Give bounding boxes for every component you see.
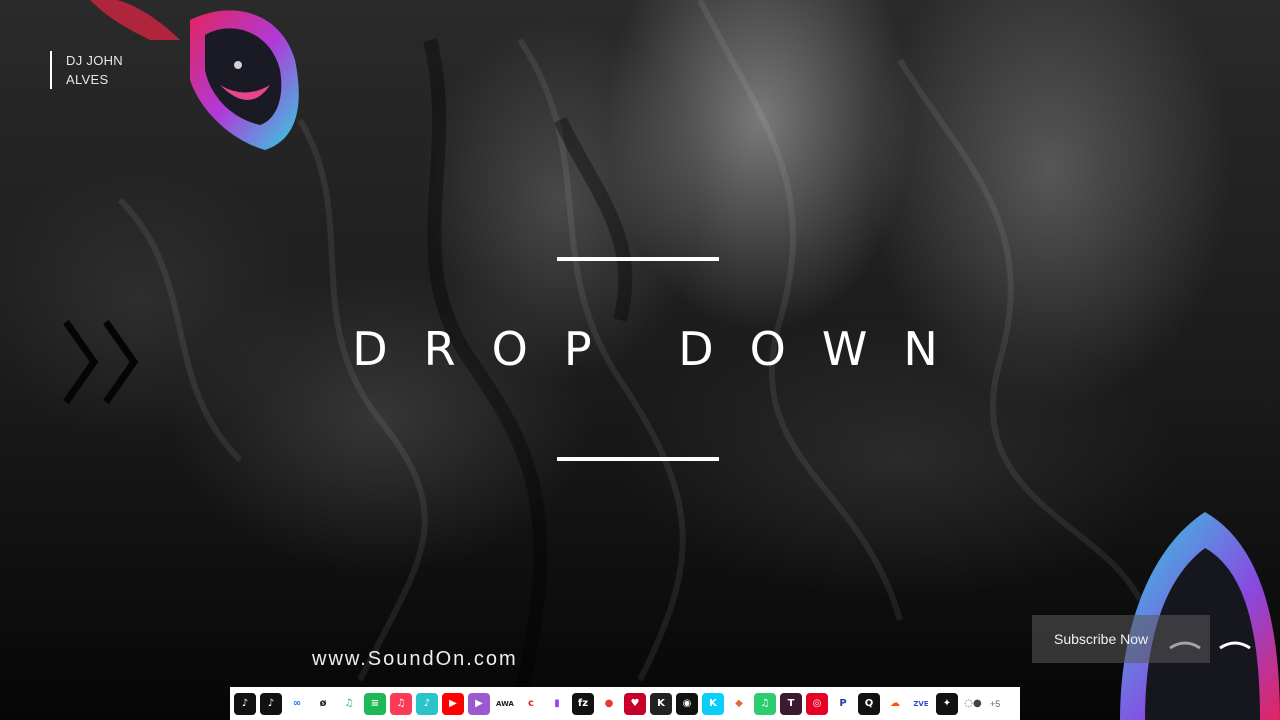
- kkbox-blue-icon[interactable]: K: [702, 692, 724, 715]
- tidal-like-icon[interactable]: ZVE: [910, 692, 932, 715]
- meta-icon[interactable]: ∞: [286, 692, 308, 715]
- tidal-icon[interactable]: ✦: [936, 692, 958, 715]
- other-icon[interactable]: ◌●: [962, 692, 984, 715]
- anghami-icon[interactable]: ◆: [728, 692, 750, 715]
- awa-icon[interactable]: AWA: [494, 692, 516, 715]
- music-store-icon[interactable]: T: [780, 692, 802, 715]
- hooded-mask-graphic-bottom: [1120, 512, 1280, 720]
- streaming-platforms-bar: ♪ ♪ ∞ ø ♫ ≡ ♫ ♪ ▶ ▶ AWA c ▮ fz ● ♥ K ◉ K ◆ ♫ T ◎ P Q ☁ ZVE ✦ ◌● +5: [230, 687, 1020, 720]
- iheartradio-icon[interactable]: ♥: [624, 692, 646, 715]
- music-note-icon[interactable]: ♫: [338, 692, 360, 715]
- more-platforms-count[interactable]: +5: [990, 699, 1000, 709]
- pandora-icon[interactable]: P: [832, 692, 854, 715]
- track-title: DROP DOWN: [352, 322, 974, 376]
- title-divider-top: [557, 257, 719, 261]
- claro-musica-icon[interactable]: c: [520, 692, 542, 715]
- music-app-icon[interactable]: ♫: [754, 692, 776, 715]
- soundcloud-icon[interactable]: ☁: [884, 692, 906, 715]
- youtube-icon[interactable]: ▶: [442, 692, 464, 715]
- website-link[interactable]: www.SoundOn.com: [312, 648, 518, 671]
- netease-icon[interactable]: ◎: [806, 692, 828, 715]
- genre-icon[interactable]: ●: [598, 692, 620, 715]
- boomplay-icon[interactable]: ◉: [676, 692, 698, 715]
- subscribe-button[interactable]: Subscribe Now: [1032, 615, 1210, 663]
- double-chevron-right-icon: [63, 319, 139, 405]
- qobuz-icon[interactable]: Q: [858, 692, 880, 715]
- tiktok-icon[interactable]: ♪: [260, 692, 282, 715]
- pandora-like-icon[interactable]: ø: [312, 692, 334, 715]
- deezer-icon[interactable]: ▮: [546, 692, 568, 715]
- spotify-icon[interactable]: ≡: [364, 692, 386, 715]
- youtube-music-icon[interactable]: ▶: [468, 692, 490, 715]
- hooded-mask-graphic: [90, 0, 299, 150]
- title-divider-bottom: [557, 457, 719, 461]
- kkbox-icon[interactable]: K: [650, 692, 672, 715]
- apple-music-icon[interactable]: ♫: [390, 692, 412, 715]
- tiktok-icon[interactable]: ♪: [234, 692, 256, 715]
- fizy-icon[interactable]: fz: [572, 692, 594, 715]
- amazon-music-icon[interactable]: ♪: [416, 692, 438, 715]
